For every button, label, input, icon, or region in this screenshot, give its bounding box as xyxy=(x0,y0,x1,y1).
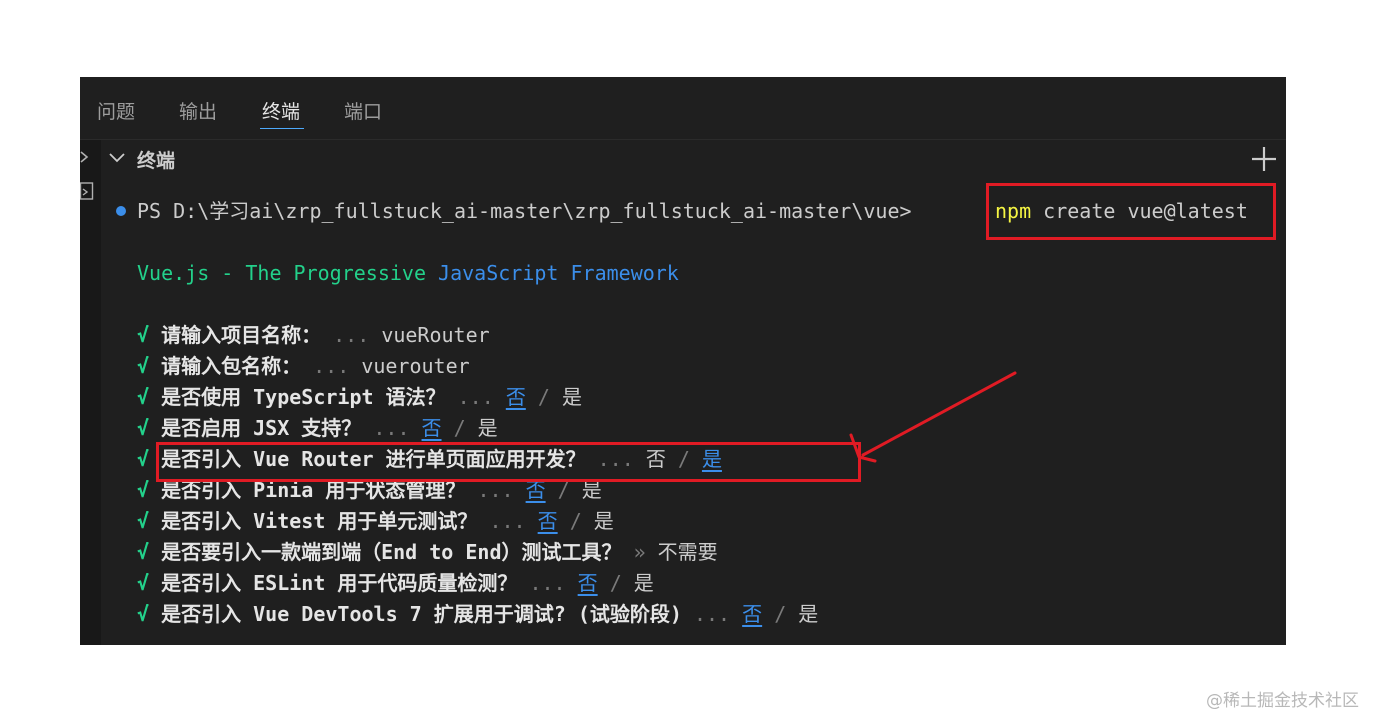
option-separator: / xyxy=(609,571,622,595)
command-highlight-box xyxy=(986,183,1276,240)
check-icon: √ xyxy=(137,323,150,347)
prompt-answer-line: √ 是否启用 JSX 支持？ ... 否 / 是 xyxy=(137,414,498,442)
ellipsis: ... xyxy=(529,571,566,595)
vue-router-highlight-box xyxy=(156,442,861,482)
check-icon: √ xyxy=(137,354,150,378)
prompt-answer-line: √ 是否引入 Vue DevTools 7 扩展用于调试? (试验阶段) ...… xyxy=(137,600,818,628)
prompt-status-dot xyxy=(116,206,126,216)
option-yes: 是 xyxy=(477,416,498,440)
option-no: 否 xyxy=(577,571,598,595)
answer-marker: » xyxy=(633,540,646,564)
ellipsis: ... xyxy=(457,385,494,409)
ellipsis: ... xyxy=(313,354,350,378)
question-text: 是否引入 Vue DevTools 7 扩展用于调试? (试验阶段) xyxy=(161,602,682,626)
option-no: 否 xyxy=(742,602,763,626)
question-text: 请输入包名称： xyxy=(161,354,302,378)
question-text: 是否引入 Vitest 用于单元测试？ xyxy=(161,509,478,533)
option-separator: / xyxy=(453,416,466,440)
check-icon: √ xyxy=(137,385,150,409)
check-icon: √ xyxy=(137,540,150,564)
option-yes: 是 xyxy=(798,602,819,626)
terminal-panel: 问题 输出 终端 端口 终端 PS D:\学习ai\zrp_fullstuck_… xyxy=(80,77,1286,645)
check-icon: √ xyxy=(137,509,150,533)
option-separator: / xyxy=(537,385,550,409)
prompt-answer-line: √ 是否引入 Vitest 用于单元测试？ ... 否 / 是 xyxy=(137,507,614,535)
ellipsis: ... xyxy=(489,509,526,533)
prompt-answer-line: √ 是否使用 TypeScript 语法？ ... 否 / 是 xyxy=(137,383,582,411)
option-yes: 是 xyxy=(593,509,614,533)
option-no: 否 xyxy=(505,385,526,409)
question-text: 是否使用 TypeScript 语法？ xyxy=(161,385,446,409)
option-separator: / xyxy=(774,602,787,626)
ellipsis: ... xyxy=(373,416,410,440)
ellipsis: ... xyxy=(333,323,370,347)
prompt-path: D:\学习ai\zrp_fullstuck_ai-master\zrp_full… xyxy=(173,199,912,223)
check-icon: √ xyxy=(137,416,150,440)
question-text: 是否要引入一款端到端（End to End）测试工具？ xyxy=(161,540,622,564)
question-text: 是否引入 ESLint 用于代码质量检测？ xyxy=(161,571,518,595)
prompt-answer-line: √ 请输入项目名称： ... vueRouter xyxy=(137,321,490,349)
prompt-prefix: PS xyxy=(137,199,162,223)
banner-line: Vue.js - The Progressive JavaScript Fram… xyxy=(137,259,679,287)
option-yes: 是 xyxy=(561,385,582,409)
question-text: 请输入项目名称： xyxy=(161,323,322,347)
prompt-answer-line: √ 是否引入 ESLint 用于代码质量检测？ ... 否 / 是 xyxy=(137,569,654,597)
watermark-text: @稀土掘金技术社区 xyxy=(1206,691,1359,711)
answer-text: 不需要 xyxy=(657,540,718,564)
option-separator: / xyxy=(569,509,582,533)
answer-text: vueRouter xyxy=(381,323,490,347)
banner-part-2: JavaScript Framework xyxy=(438,261,679,285)
option-no: 否 xyxy=(421,416,442,440)
ellipsis: ... xyxy=(693,602,731,626)
check-icon: √ xyxy=(137,571,150,595)
answer-text: vuerouter xyxy=(361,354,470,378)
question-text: 是否启用 JSX 支持？ xyxy=(161,416,362,440)
option-yes: 是 xyxy=(633,571,654,595)
prompt-answer-line: √ 是否要引入一款端到端（End to End）测试工具？ » 不需要 xyxy=(137,538,718,566)
prompt-line: PS D:\学习ai\zrp_fullstuck_ai-master\zrp_f… xyxy=(137,197,912,225)
check-icon: √ xyxy=(137,478,150,502)
banner-part-1: Vue.js - The Progressive xyxy=(137,261,439,285)
prompt-answer-line: √ 请输入包名称： ... vuerouter xyxy=(137,352,470,380)
check-icon: √ xyxy=(137,602,150,626)
check-icon: √ xyxy=(137,447,150,471)
terminal-output: PS D:\学习ai\zrp_fullstuck_ai-master\zrp_f… xyxy=(80,77,1286,645)
option-no: 否 xyxy=(537,509,558,533)
